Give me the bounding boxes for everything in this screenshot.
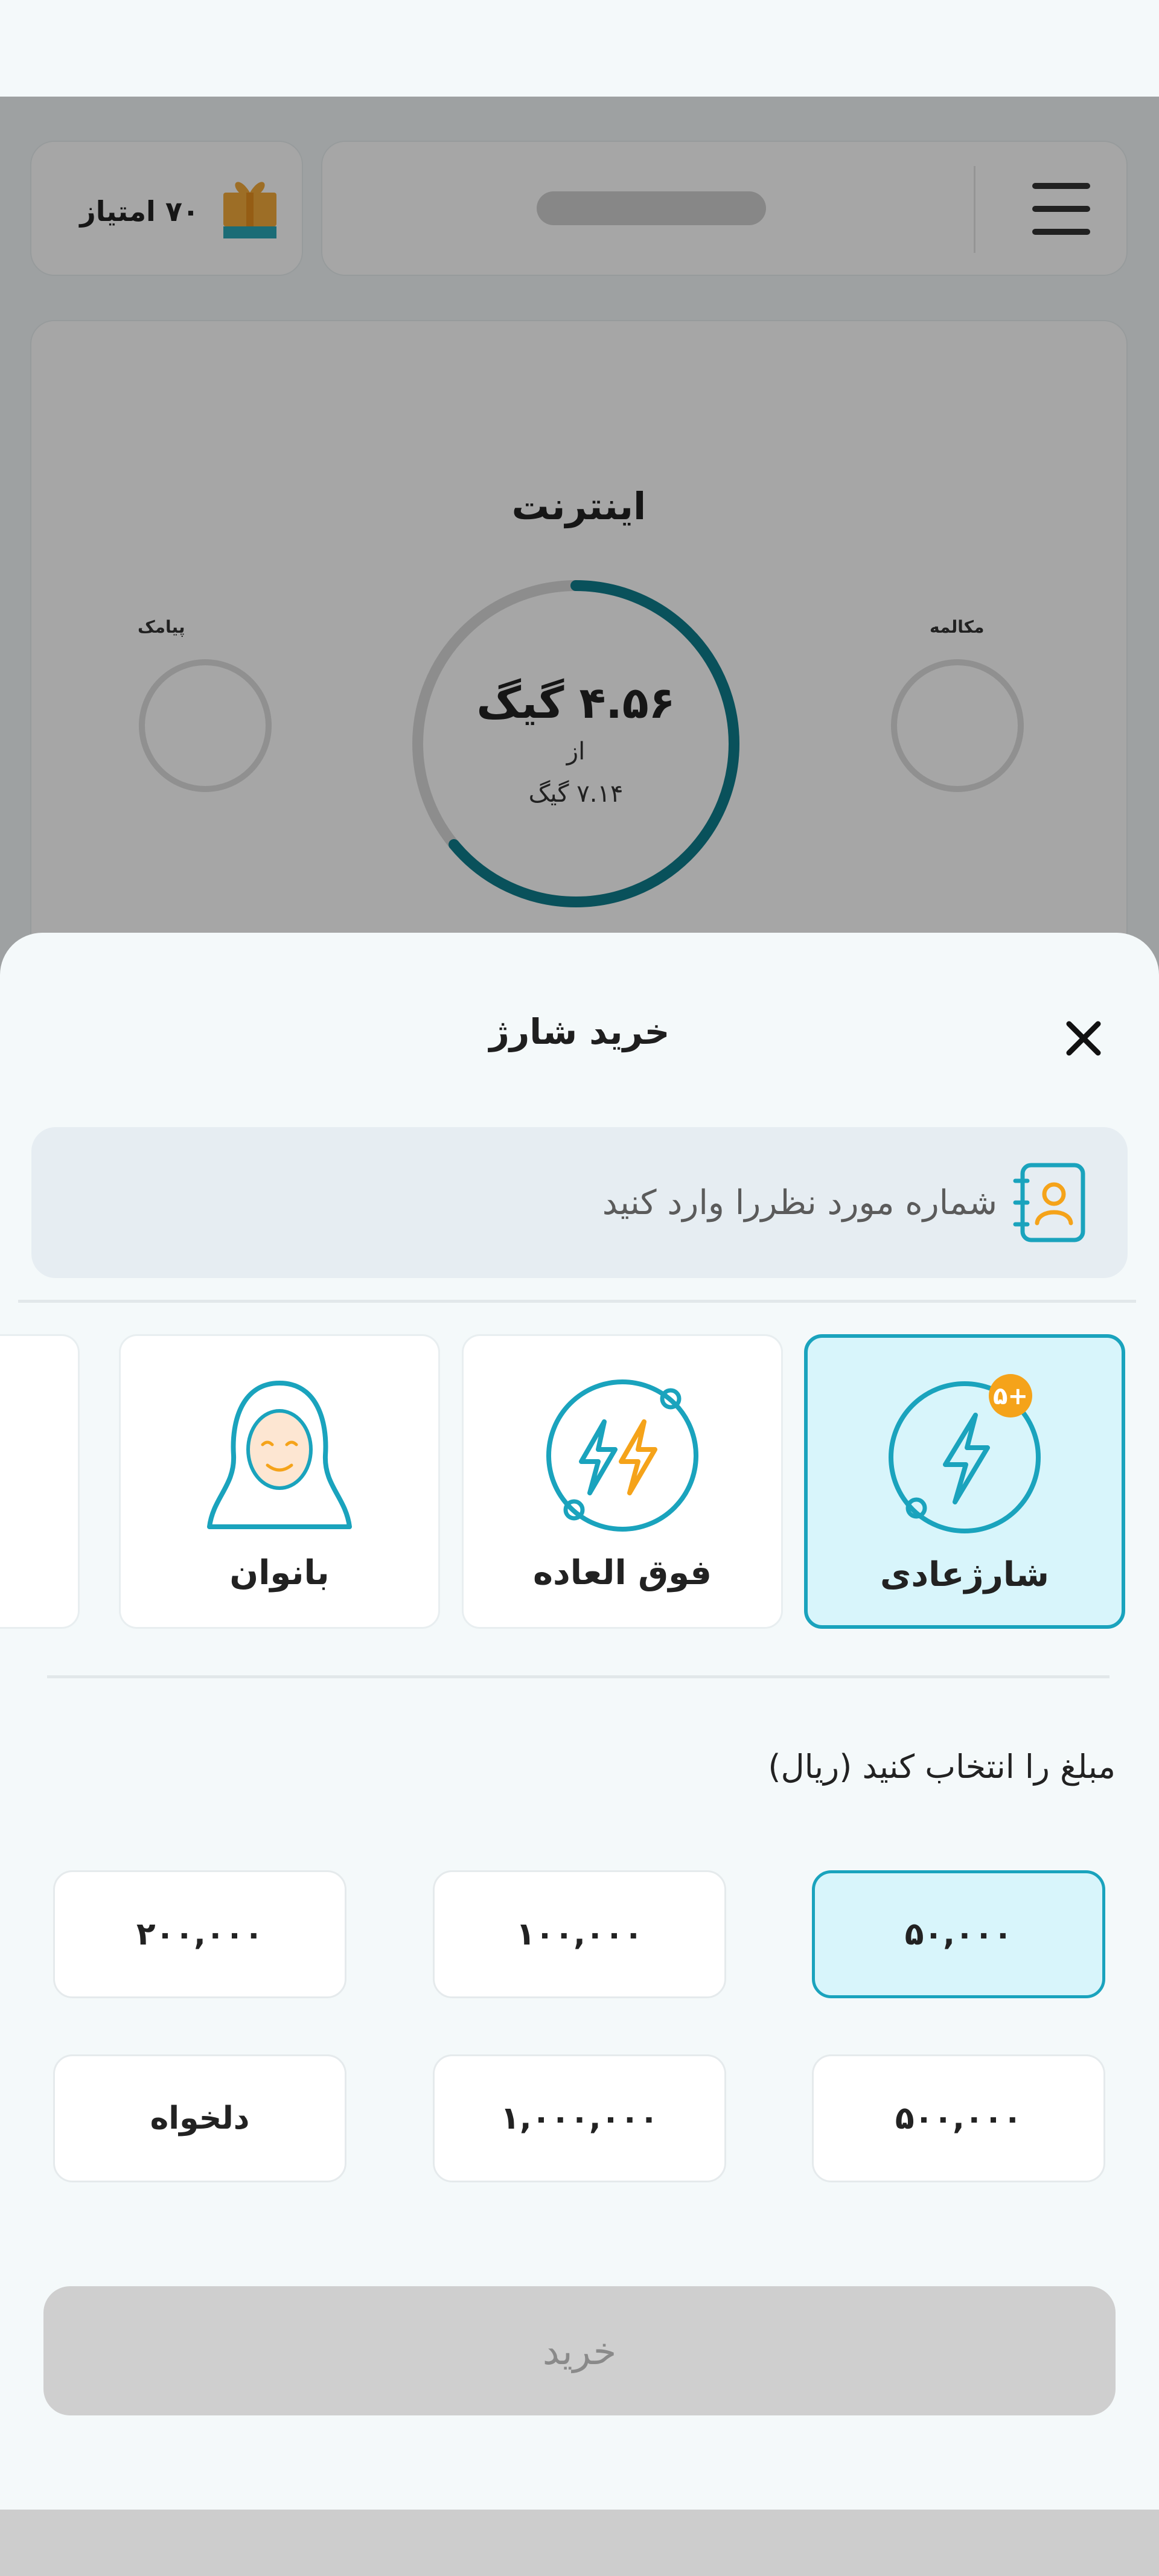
amount-option-500000[interactable]: ۵۰۰,۰۰۰ — [812, 2054, 1105, 2182]
amount-option-50000[interactable]: ۵۰,۰۰۰ — [812, 1870, 1105, 1998]
buy-charge-sheet: خرید شارژ +۵ شارژعادی — [0, 933, 1159, 2510]
phone-number-field[interactable] — [31, 1127, 1128, 1278]
divider — [18, 1300, 1136, 1303]
close-icon[interactable] — [1059, 1014, 1108, 1063]
contacts-book-icon[interactable] — [1009, 1160, 1094, 1245]
amount-option-200000[interactable]: ۲۰۰,۰۰۰ — [53, 1870, 346, 1998]
charge-type-label: شارژعادی — [880, 1555, 1049, 1594]
charge-type-super[interactable]: فوق العاده — [462, 1334, 783, 1629]
phone-number-input[interactable] — [80, 1127, 997, 1278]
amount-option-custom[interactable]: دلخواه — [53, 2054, 346, 2182]
charge-type-label: بانوان — [229, 1553, 330, 1593]
system-nav-bar — [0, 2510, 1159, 2576]
amount-section-title: مبلغ را انتخاب کنید (ریال) — [768, 1748, 1116, 1786]
divider — [47, 1675, 1110, 1678]
bonus-badge: +۵ — [993, 1382, 1028, 1410]
amount-option-100000[interactable]: ۱۰۰,۰۰۰ — [433, 1870, 726, 1998]
charge-type-label: فوق العاده — [533, 1553, 712, 1593]
double-lightning-plug-icon — [546, 1379, 698, 1532]
amount-option-1000000[interactable]: ۱,۰۰۰,۰۰۰ — [433, 2054, 726, 2182]
woman-hijab-icon — [207, 1381, 352, 1529]
lightning-plug-icon: +۵ — [889, 1374, 1041, 1533]
charge-type-partial[interactable] — [0, 1334, 80, 1629]
charge-type-list: +۵ شارژعادی فوق العاده بانوان — [0, 1334, 1159, 1630]
sheet-title: خرید شارژ — [489, 1011, 670, 1052]
charge-type-women[interactable]: بانوان — [119, 1334, 440, 1629]
buy-button[interactable]: خرید — [43, 2286, 1116, 2415]
charge-type-regular[interactable]: +۵ شارژعادی — [804, 1334, 1125, 1629]
status-bar — [0, 0, 1159, 97]
